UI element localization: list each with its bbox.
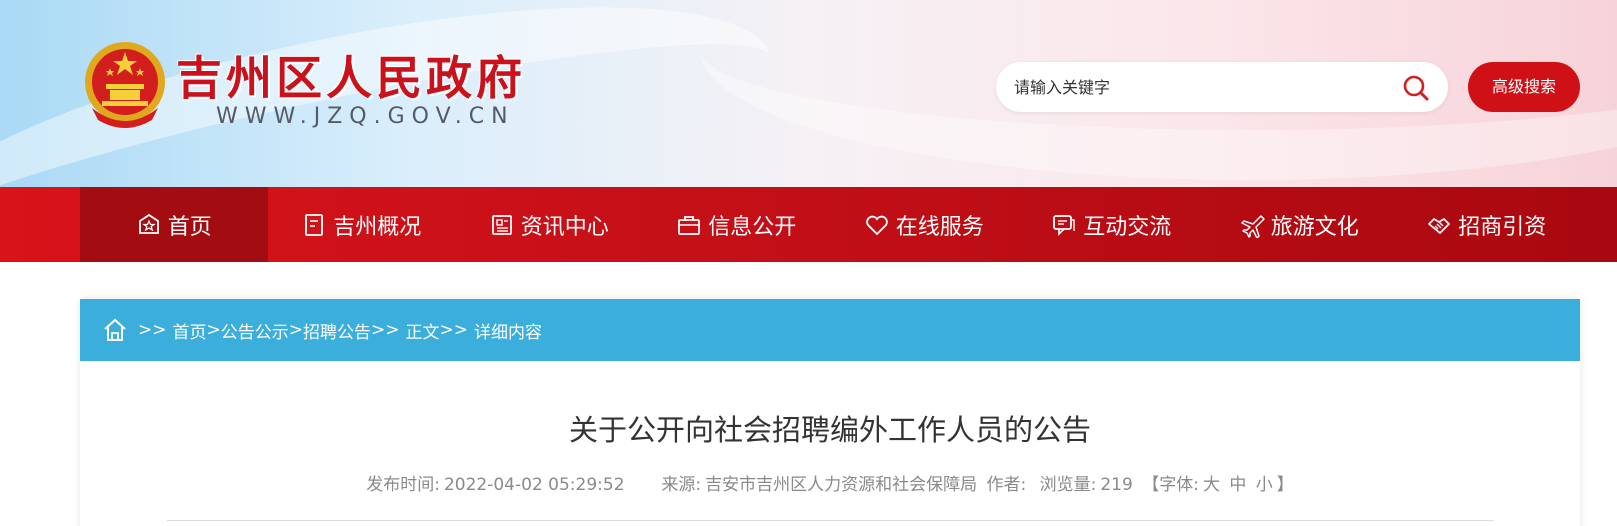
- nav-item-label: 旅游文化: [1270, 214, 1359, 240]
- breadcrumb-body[interactable]: 正文: [406, 318, 440, 343]
- published-label: 发布时间:: [366, 475, 440, 495]
- views-count: 219: [1100, 475, 1133, 495]
- nav-item-tourism[interactable]: 旅游文化: [1205, 187, 1393, 262]
- site-title: 吉州区人民政府: [176, 51, 526, 105]
- font-size-large[interactable]: 大: [1203, 475, 1220, 495]
- breadcrumb: >> 首页 > 公告公示 > 招聘公告 >> 正文 >> 详细内容: [80, 299, 1580, 361]
- article-meta: 发布时间: 2022-04-02 05:29:52 来源: 吉安市吉州区人力资源和社…: [80, 470, 1580, 495]
- advanced-search-button[interactable]: 高级搜索: [1468, 62, 1580, 112]
- article-panel: >> 首页 > 公告公示 > 招聘公告 >> 正文 >> 详细内容 关于公开向社…: [80, 299, 1580, 526]
- nav-item-interaction[interactable]: 互动交流: [1018, 187, 1206, 262]
- heart-icon: [865, 215, 888, 235]
- views-label: 浏览量:: [1039, 475, 1097, 495]
- source-label: 来源:: [661, 475, 702, 495]
- font-size-medium[interactable]: 中: [1229, 475, 1246, 495]
- divider: [167, 520, 1494, 521]
- author-label: 作者:: [986, 475, 1027, 495]
- briefcase-icon: [678, 215, 701, 235]
- breadcrumb-recruitment[interactable]: 招聘公告: [303, 318, 371, 343]
- source-value: 吉安市吉州区人力资源和社会保障局: [705, 475, 978, 495]
- font-size-small[interactable]: 小: [1256, 475, 1273, 495]
- search-box: [996, 62, 1448, 112]
- nav-item-news[interactable]: 资讯中心: [455, 187, 643, 262]
- site-header: 吉州区人民政府 WWW.JZQ.GOV.CN 高级搜索: [0, 0, 1617, 187]
- breadcrumb-notice[interactable]: 公告公示: [221, 318, 289, 343]
- site-url: WWW.JZQ.GOV.CN: [216, 104, 515, 129]
- nav-item-label: 资讯中心: [520, 214, 609, 240]
- search-input[interactable]: [1014, 62, 1394, 112]
- breadcrumb-separator: >>: [439, 320, 469, 340]
- nav-item-label: 信息公开: [708, 214, 797, 240]
- main-nav: 首页 吉州概况 资讯中心 信息公开 在线服务 互动交流 旅游文化 招商引资: [0, 187, 1617, 262]
- article-title: 关于公开向社会招聘编外工作人员的公告: [568, 413, 1091, 447]
- nav-item-overview[interactable]: 吉州概况: [268, 187, 456, 262]
- news-icon: [491, 214, 512, 235]
- nav-item-online-service[interactable]: 在线服务: [830, 187, 1018, 262]
- breadcrumb-separator: >: [288, 320, 303, 340]
- national-emblem-icon: [85, 42, 165, 128]
- breadcrumb-separator: >>: [371, 320, 400, 340]
- home-badge-icon: [138, 213, 159, 234]
- handshake-icon: [1428, 217, 1451, 234]
- home-icon[interactable]: [102, 317, 128, 343]
- nav-item-home[interactable]: 首页: [80, 187, 268, 262]
- breadcrumb-detail: 详细内容: [474, 322, 542, 343]
- nav-item-investment[interactable]: 招商引资: [1393, 187, 1581, 262]
- nav-item-label: 吉州概况: [333, 214, 422, 240]
- nav-item-label: 互动交流: [1083, 214, 1172, 240]
- nav-item-label: 在线服务: [895, 214, 984, 240]
- breadcrumb-home[interactable]: 首页: [173, 318, 207, 343]
- published-time: 2022-04-02 05:29:52: [443, 475, 625, 495]
- chat-icon: [1053, 214, 1075, 236]
- breadcrumb-separator: >: [206, 320, 221, 340]
- breadcrumb-separator: >>: [138, 320, 167, 340]
- font-size-close: 】: [1276, 475, 1294, 495]
- nav-item-disclosure[interactable]: 信息公开: [643, 187, 831, 262]
- document-icon: [305, 213, 324, 236]
- airplane-icon: [1240, 214, 1265, 238]
- nav-item-label: 招商引资: [1458, 214, 1547, 240]
- font-size-open: 【字体:: [1142, 475, 1199, 495]
- search-icon[interactable]: [1402, 74, 1430, 102]
- nav-item-label: 首页: [167, 214, 212, 240]
